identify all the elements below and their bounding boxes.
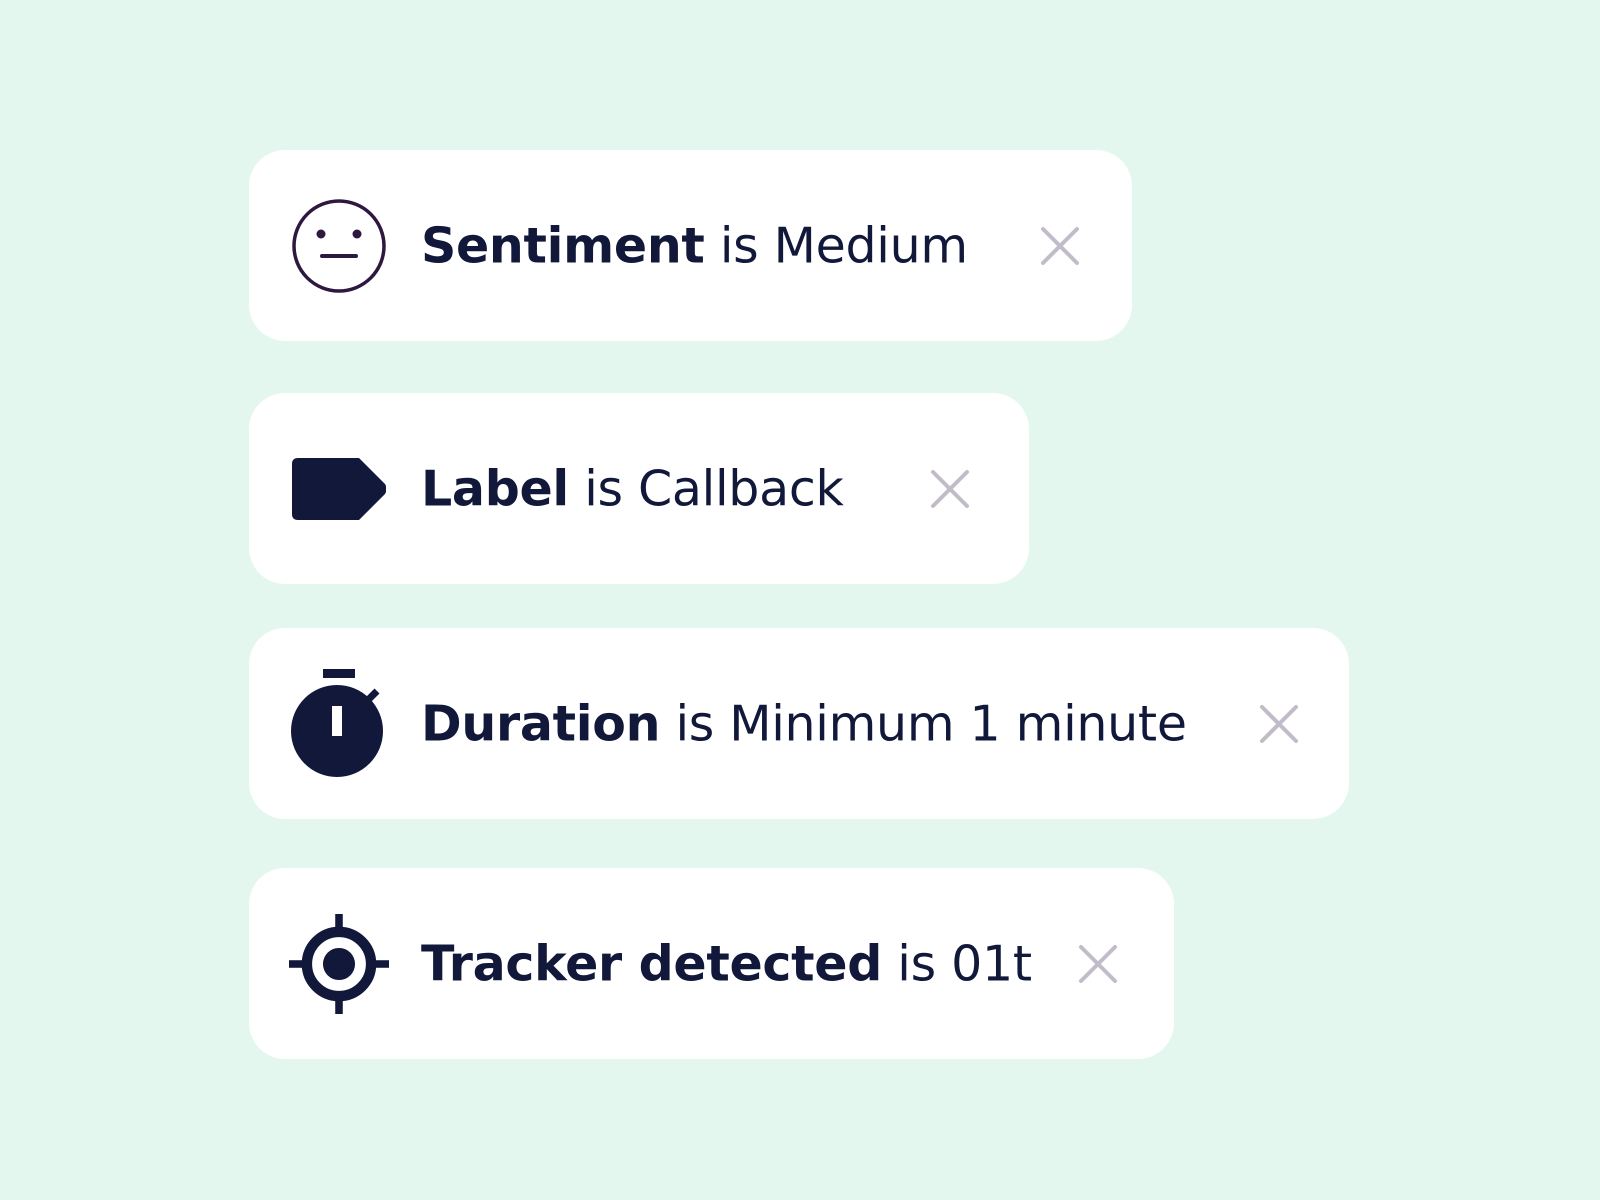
- filter-text: Sentiment is Medium: [421, 217, 968, 274]
- close-icon: [1079, 944, 1117, 983]
- filter-chip-sentiment[interactable]: Sentiment is Medium: [249, 150, 1132, 341]
- close-icon: [1260, 704, 1298, 743]
- filter-value: Minimum 1 minute: [729, 695, 1187, 752]
- filter-operator: is: [897, 935, 936, 992]
- filter-value: Callback: [638, 460, 844, 517]
- filter-operator: is: [719, 217, 759, 274]
- filter-value: Medium: [773, 217, 968, 274]
- remove-filter-button[interactable]: [1076, 942, 1120, 986]
- tag-icon: [289, 434, 389, 544]
- filter-field: Tracker detected: [421, 935, 882, 992]
- filter-chip-duration[interactable]: Duration is Minimum 1 minute: [249, 628, 1349, 819]
- remove-filter-button[interactable]: [1038, 224, 1082, 268]
- stopwatch-icon: [289, 668, 389, 779]
- remove-filter-button[interactable]: [1257, 702, 1301, 746]
- neutral-face-icon: [289, 191, 389, 301]
- filter-text: Duration is Minimum 1 minute: [421, 695, 1187, 752]
- filter-field: Sentiment: [421, 217, 705, 274]
- filter-operator: is: [584, 460, 623, 517]
- close-icon: [931, 469, 969, 508]
- remove-filter-button[interactable]: [928, 467, 972, 511]
- crosshair-icon: [289, 909, 389, 1019]
- filter-field: Label: [421, 460, 569, 517]
- filter-operator: is: [675, 695, 714, 752]
- close-icon: [1041, 226, 1079, 265]
- filter-chip-label[interactable]: Label is Callback: [249, 393, 1029, 584]
- filter-text: Label is Callback: [421, 460, 844, 517]
- filter-value: 01t: [951, 935, 1032, 992]
- filter-field: Duration: [421, 695, 661, 752]
- filter-text: Tracker detected is 01t: [421, 935, 1032, 992]
- filter-chip-tracker[interactable]: Tracker detected is 01t: [249, 868, 1174, 1059]
